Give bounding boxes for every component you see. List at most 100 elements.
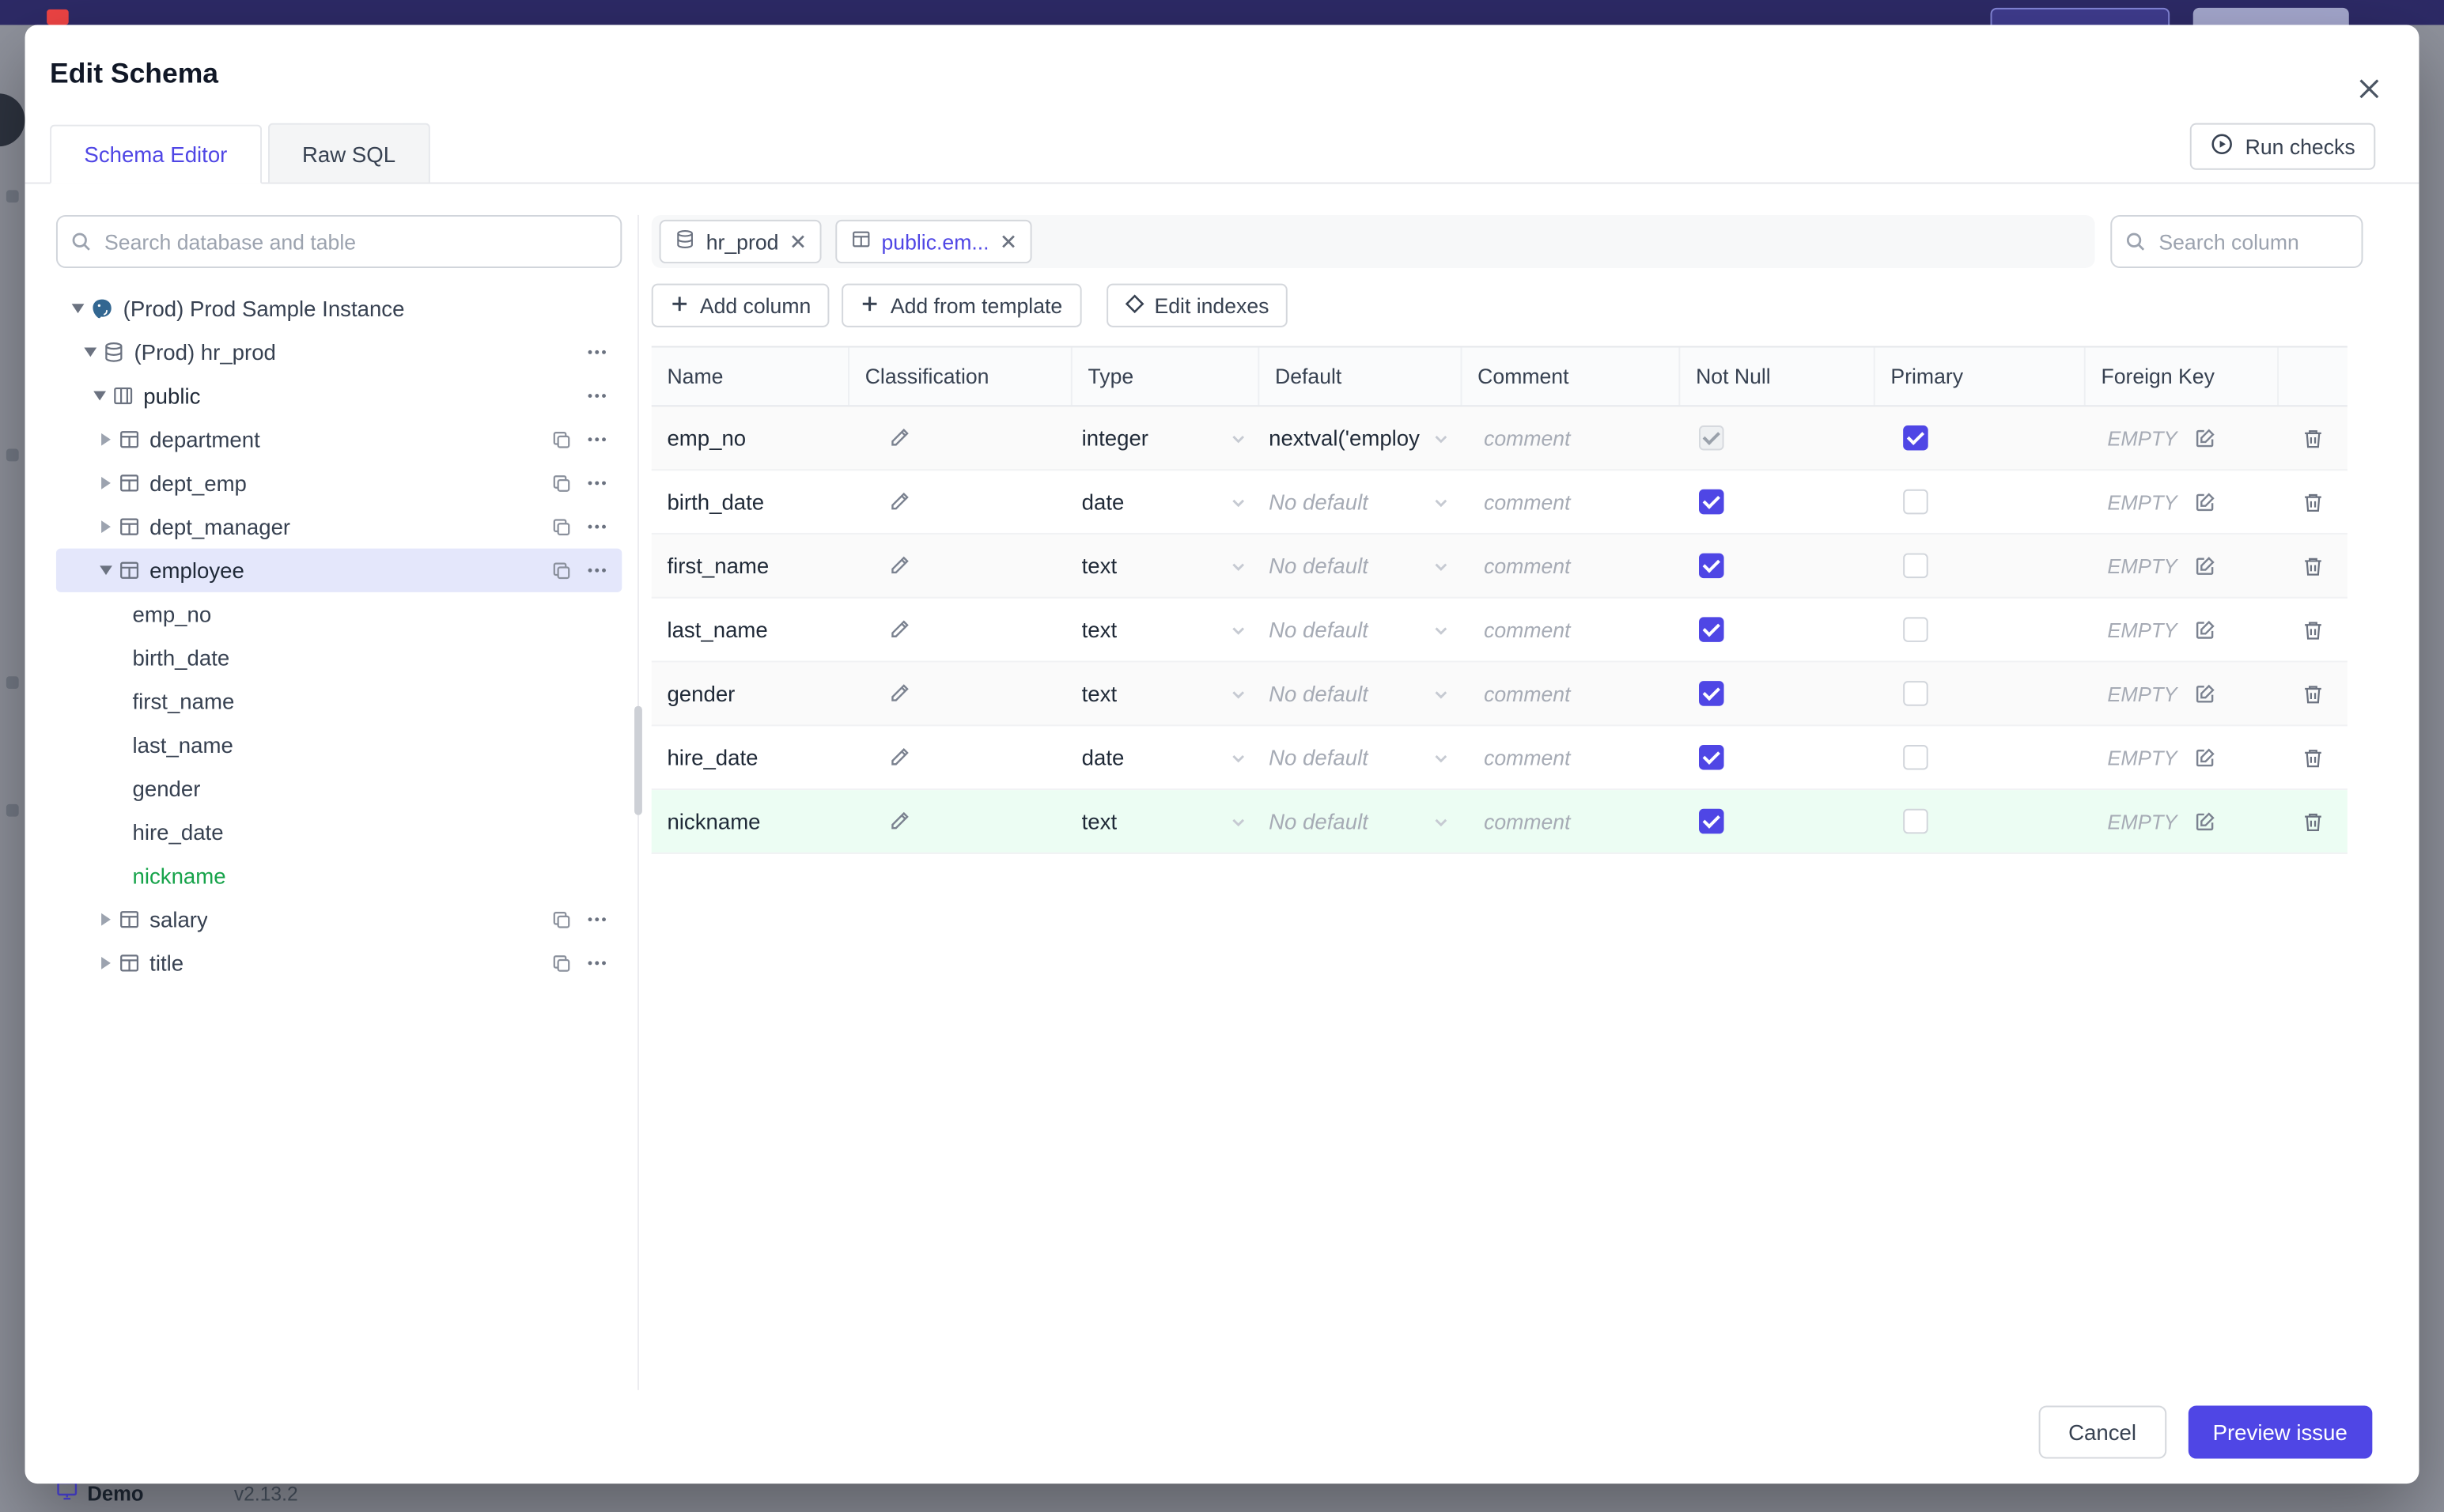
not-null-checkbox[interactable] bbox=[1699, 681, 1724, 706]
column-name-cell[interactable]: gender bbox=[652, 663, 849, 725]
not-null-checkbox[interactable] bbox=[1699, 744, 1724, 770]
add-from-template-button[interactable]: Add from template bbox=[842, 283, 1081, 327]
copy-icon[interactable] bbox=[552, 560, 573, 580]
column-name-cell[interactable]: hire_date bbox=[652, 726, 849, 788]
tree-item-column-first-name[interactable]: first_name bbox=[56, 679, 622, 723]
not-null-checkbox[interactable] bbox=[1699, 553, 1724, 579]
preview-issue-button[interactable]: Preview issue bbox=[2188, 1405, 2373, 1459]
column-name-cell[interactable]: emp_no bbox=[652, 406, 849, 469]
comment-input[interactable]: comment bbox=[1462, 471, 1680, 533]
default-select[interactable]: No default bbox=[1259, 535, 1462, 597]
close-icon[interactable] bbox=[2354, 74, 2385, 104]
delete-column-icon[interactable] bbox=[2302, 746, 2325, 769]
type-select[interactable]: text bbox=[1073, 535, 1259, 597]
default-select[interactable]: nextval('employ bbox=[1259, 406, 1462, 469]
comment-input[interactable]: comment bbox=[1462, 535, 1680, 597]
comment-input[interactable]: comment bbox=[1462, 599, 1680, 661]
ellipsis-icon[interactable] bbox=[585, 385, 610, 407]
tree-item-table-salary[interactable]: salary bbox=[56, 898, 622, 941]
ellipsis-icon[interactable] bbox=[585, 909, 610, 931]
delete-column-icon[interactable] bbox=[2302, 426, 2325, 450]
chevron-right-icon[interactable] bbox=[93, 957, 119, 970]
copy-icon[interactable] bbox=[552, 429, 573, 450]
comment-input[interactable]: comment bbox=[1462, 790, 1680, 852]
chevron-right-icon[interactable] bbox=[93, 433, 119, 446]
comment-input[interactable]: comment bbox=[1462, 406, 1680, 469]
tab-chip-database[interactable]: hr_prod bbox=[659, 219, 821, 264]
foreign-key-edit-icon[interactable] bbox=[2194, 747, 2216, 769]
default-select[interactable]: No default bbox=[1259, 790, 1462, 852]
copy-icon[interactable] bbox=[552, 473, 573, 493]
tree-item-column-birth-date[interactable]: birth_date bbox=[56, 636, 622, 679]
not-null-checkbox[interactable] bbox=[1699, 617, 1724, 642]
tree-item-column-emp-no[interactable]: emp_no bbox=[56, 592, 622, 636]
foreign-key-edit-icon[interactable] bbox=[2194, 555, 2216, 577]
column-name-cell[interactable]: first_name bbox=[652, 535, 849, 597]
primary-checkbox[interactable] bbox=[1903, 489, 1928, 515]
type-select[interactable]: text bbox=[1073, 663, 1259, 725]
tree-item-column-nickname[interactable]: nickname bbox=[56, 854, 622, 898]
ellipsis-icon[interactable] bbox=[585, 516, 610, 538]
tree-item-table-department[interactable]: department bbox=[56, 418, 622, 461]
comment-input[interactable]: comment bbox=[1462, 726, 1680, 788]
delete-column-icon[interactable] bbox=[2302, 554, 2325, 578]
type-select[interactable]: text bbox=[1073, 790, 1259, 852]
classification-pencil-icon[interactable] bbox=[888, 427, 910, 449]
chevron-down-icon[interactable] bbox=[78, 347, 104, 357]
tree-item-table-dept-emp[interactable]: dept_emp bbox=[56, 461, 622, 505]
default-select[interactable]: No default bbox=[1259, 663, 1462, 725]
chevron-right-icon[interactable] bbox=[93, 913, 119, 926]
type-select[interactable]: integer bbox=[1073, 406, 1259, 469]
primary-checkbox[interactable] bbox=[1903, 681, 1928, 706]
tree-item-table-dept-manager[interactable]: dept_manager bbox=[56, 505, 622, 548]
tree-item-column-hire-date[interactable]: hire_date bbox=[56, 811, 622, 854]
ellipsis-icon[interactable] bbox=[585, 342, 610, 364]
tree-item-column-last-name[interactable]: last_name bbox=[56, 723, 622, 766]
primary-checkbox[interactable] bbox=[1903, 553, 1928, 579]
column-name-cell[interactable]: nickname bbox=[652, 790, 849, 852]
delete-column-icon[interactable] bbox=[2302, 618, 2325, 641]
ellipsis-icon[interactable] bbox=[585, 559, 610, 581]
primary-checkbox[interactable] bbox=[1903, 617, 1928, 642]
classification-pencil-icon[interactable] bbox=[888, 618, 910, 641]
classification-pencil-icon[interactable] bbox=[888, 491, 910, 513]
chevron-down-icon[interactable] bbox=[66, 304, 91, 313]
column-name-cell[interactable]: last_name bbox=[652, 599, 849, 661]
tree-item-table-title[interactable]: title bbox=[56, 941, 622, 985]
copy-icon[interactable] bbox=[552, 953, 573, 973]
chevron-down-icon[interactable] bbox=[87, 391, 112, 401]
not-null-checkbox[interactable] bbox=[1699, 489, 1724, 515]
chevron-right-icon[interactable] bbox=[93, 520, 119, 533]
foreign-key-edit-icon[interactable] bbox=[2194, 682, 2216, 705]
type-select[interactable]: text bbox=[1073, 599, 1259, 661]
tree-item-column-gender[interactable]: gender bbox=[56, 767, 622, 811]
type-select[interactable]: date bbox=[1073, 471, 1259, 533]
default-select[interactable]: No default bbox=[1259, 599, 1462, 661]
tree-item-database[interactable]: (Prod) hr_prod bbox=[56, 331, 622, 374]
column-search-input[interactable] bbox=[2110, 214, 2363, 268]
copy-icon[interactable] bbox=[552, 909, 573, 930]
classification-pencil-icon[interactable] bbox=[888, 747, 910, 769]
delete-column-icon[interactable] bbox=[2302, 682, 2325, 705]
classification-pencil-icon[interactable] bbox=[888, 811, 910, 833]
close-icon[interactable] bbox=[1000, 234, 1016, 250]
cancel-button[interactable]: Cancel bbox=[2038, 1405, 2166, 1459]
not-null-checkbox[interactable] bbox=[1699, 808, 1724, 834]
primary-checkbox[interactable] bbox=[1903, 808, 1928, 834]
ellipsis-icon[interactable] bbox=[585, 472, 610, 494]
default-select[interactable]: No default bbox=[1259, 726, 1462, 788]
tree-search-input[interactable] bbox=[55, 214, 622, 268]
foreign-key-edit-icon[interactable] bbox=[2194, 491, 2216, 513]
foreign-key-edit-icon[interactable] bbox=[2194, 811, 2216, 833]
primary-checkbox[interactable] bbox=[1903, 425, 1928, 451]
tree-item-instance[interactable]: (Prod) Prod Sample Instance bbox=[56, 287, 622, 331]
primary-checkbox[interactable] bbox=[1903, 744, 1928, 770]
edit-indexes-button[interactable]: Edit indexes bbox=[1106, 283, 1288, 327]
not-null-checkbox[interactable] bbox=[1699, 425, 1724, 451]
column-name-cell[interactable]: birth_date bbox=[652, 471, 849, 533]
delete-column-icon[interactable] bbox=[2302, 490, 2325, 514]
add-column-button[interactable]: Add column bbox=[651, 283, 830, 327]
type-select[interactable]: date bbox=[1073, 726, 1259, 788]
classification-pencil-icon[interactable] bbox=[888, 555, 910, 577]
tab-schema-editor[interactable]: Schema Editor bbox=[50, 124, 262, 184]
